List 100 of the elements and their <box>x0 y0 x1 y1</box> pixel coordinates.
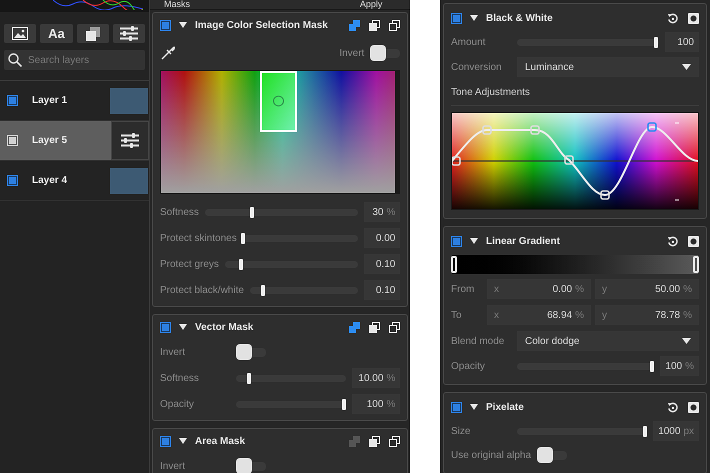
sliders-icon <box>120 26 138 41</box>
reset-icon[interactable] <box>667 12 678 24</box>
tool-button[interactable] <box>4 24 36 43</box>
toggle-knob[interactable] <box>537 447 554 463</box>
value-field[interactable]: 100 % <box>660 356 699 376</box>
tone-curve-drawing[interactable] <box>452 113 698 209</box>
value-field[interactable]: 0.00 <box>364 228 400 248</box>
value-text: 100 <box>677 36 694 50</box>
toggle-knob[interactable] <box>236 458 252 473</box>
slider-thumb[interactable] <box>654 36 658 48</box>
mask-icon[interactable] <box>688 402 699 412</box>
slider[interactable] <box>204 208 358 216</box>
value-field[interactable]: 10.00 % <box>352 368 400 388</box>
slider-thumb[interactable] <box>238 258 243 270</box>
slider[interactable] <box>517 362 654 370</box>
checkbox[interactable] <box>7 175 18 186</box>
slider-thumb[interactable] <box>650 360 654 372</box>
checkbox[interactable] <box>160 322 171 332</box>
toggle-track[interactable] <box>386 48 400 58</box>
value-field[interactable]: 100 % <box>352 394 400 414</box>
reset-icon[interactable] <box>667 236 678 246</box>
toggle-track[interactable] <box>252 462 266 470</box>
value-field[interactable]: 100 <box>665 32 699 52</box>
copy-icon[interactable] <box>369 20 380 30</box>
slider-thumb[interactable] <box>260 284 265 296</box>
value-text: 30 <box>372 206 384 220</box>
tool-button[interactable]: Aa <box>40 24 72 43</box>
dropdown[interactable]: Color dodge <box>517 331 699 351</box>
coordinate-field[interactable]: x 0.00 % <box>487 279 591 299</box>
layer-row[interactable]: Layer 4 <box>0 161 149 201</box>
toggle-knob[interactable] <box>370 45 386 61</box>
field-label: Protect greys <box>160 258 219 272</box>
coordinate-field[interactable]: y 78.78 % <box>595 305 699 325</box>
gradient-stop-handle[interactable] <box>451 256 457 273</box>
copy-icon[interactable] <box>369 322 380 332</box>
card-title: Vector Mask <box>195 320 254 334</box>
field-label: Use original alpha <box>451 448 532 462</box>
color-spectrum-drawing[interactable] <box>161 71 395 193</box>
text-tool-label: Aa <box>48 24 65 43</box>
checkbox[interactable] <box>7 95 18 106</box>
checkbox[interactable] <box>451 12 462 24</box>
mask-icon[interactable] <box>688 236 699 246</box>
slider-thumb[interactable] <box>642 426 647 436</box>
eyedropper-icon[interactable] <box>160 45 176 61</box>
copy-icon[interactable] <box>369 436 380 446</box>
gradient-stop-handle[interactable] <box>693 256 699 273</box>
checkbox[interactable] <box>451 236 462 246</box>
reset-icon[interactable] <box>667 402 678 412</box>
value-field[interactable]: 0.10 <box>364 254 400 274</box>
triangle-icon[interactable] <box>179 438 187 444</box>
value-text: 0.10 <box>376 258 396 272</box>
checkbox[interactable] <box>160 20 171 30</box>
coordinate-field[interactable]: x 68.94 % <box>487 305 591 325</box>
coordinate-field[interactable]: y 50.00 % <box>595 279 699 299</box>
slider-thumb[interactable] <box>240 232 245 244</box>
mask-mode-icon[interactable] <box>349 322 360 332</box>
value-text: 10.00 <box>358 372 384 386</box>
card-title: Linear Gradient <box>486 234 561 248</box>
value-field[interactable]: 1000 px <box>653 421 699 441</box>
tool-button[interactable] <box>112 24 145 43</box>
toggle-knob[interactable] <box>236 344 252 360</box>
slider[interactable] <box>250 286 358 294</box>
slider-thumb[interactable] <box>247 372 252 384</box>
apply-button[interactable]: Apply <box>360 0 382 9</box>
triangle-icon[interactable] <box>179 22 187 28</box>
triangle-icon[interactable] <box>470 15 478 21</box>
sliders-icon <box>121 133 139 148</box>
mask-icon[interactable] <box>688 12 699 24</box>
tool-button[interactable] <box>76 24 109 43</box>
value-field[interactable]: 30 % <box>364 202 400 222</box>
toggle-track[interactable] <box>252 348 266 356</box>
slider[interactable] <box>236 374 346 382</box>
checkbox[interactable] <box>160 436 171 446</box>
triangle-icon[interactable] <box>470 238 478 244</box>
dropdown[interactable]: Luminance <box>517 57 699 77</box>
triangle-icon[interactable] <box>179 324 187 330</box>
toggle-track[interactable] <box>553 450 568 460</box>
layer-name: Layer 5 <box>32 134 68 148</box>
duplicate-icon[interactable] <box>389 20 400 30</box>
slider[interactable] <box>517 38 659 46</box>
card-title: Image Color Selection Mask <box>195 18 329 32</box>
gradient-bar[interactable] <box>452 255 698 274</box>
slider[interactable] <box>236 400 346 408</box>
search-field[interactable]: Search layers <box>4 50 145 70</box>
layer-row[interactable]: Layer 5 <box>0 121 149 161</box>
value-text: 0.00 <box>376 232 396 246</box>
mask-mode-icon[interactable] <box>349 20 360 30</box>
slider-thumb[interactable] <box>250 206 254 218</box>
slider[interactable] <box>517 428 648 434</box>
card-title: Pixelate <box>486 400 525 414</box>
slider[interactable] <box>224 260 358 268</box>
duplicate-icon[interactable] <box>389 436 400 446</box>
duplicate-icon[interactable] <box>389 322 400 332</box>
value-field[interactable]: 0.10 <box>364 280 400 300</box>
triangle-icon[interactable] <box>470 404 478 410</box>
card-title: Area Mask <box>195 434 246 448</box>
field-label: Protect black/white <box>160 284 244 298</box>
checkbox[interactable] <box>451 402 462 412</box>
slider-thumb[interactable] <box>342 398 346 410</box>
slider[interactable] <box>242 234 358 242</box>
